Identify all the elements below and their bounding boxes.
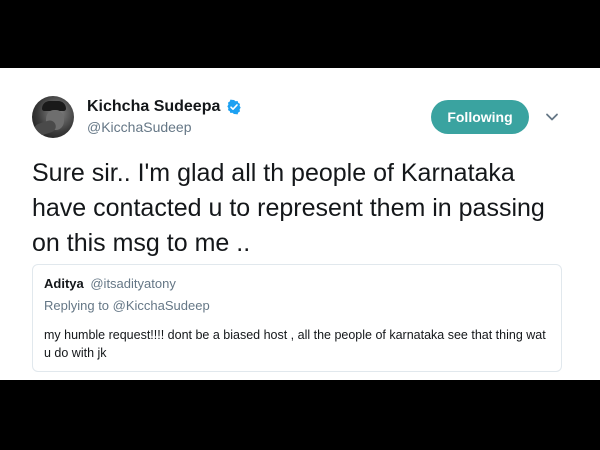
following-button[interactable]: Following xyxy=(431,100,529,134)
chevron-down-icon[interactable] xyxy=(545,110,559,124)
quoted-author-name: Aditya xyxy=(44,276,84,291)
avatar[interactable] xyxy=(32,96,74,138)
replying-to-label: Replying to xyxy=(44,298,110,313)
avatar-arm xyxy=(32,118,58,138)
author-display-name[interactable]: Kichcha Sudeepa xyxy=(87,98,220,116)
verified-badge-icon xyxy=(227,99,241,115)
replying-to-line: Replying to @KicchaSudeep xyxy=(44,298,210,313)
quoted-author-handle: @itsadityatony xyxy=(90,276,176,291)
tweet-card: Kichcha Sudeepa @KicchaSudeep Following … xyxy=(0,68,600,380)
author-handle[interactable]: @KicchaSudeep xyxy=(87,119,192,135)
tweet-text: Sure sir.. I'm glad all th people of Kar… xyxy=(32,159,545,257)
quoted-tweet[interactable]: Aditya @itsadityatony Replying to @Kicch… xyxy=(32,264,562,372)
quoted-author: Aditya @itsadityatony xyxy=(44,276,176,291)
quoted-tweet-text: my humble request!!!! dont be a biased h… xyxy=(44,328,546,360)
replying-to-handle[interactable]: @KicchaSudeep xyxy=(113,298,210,313)
